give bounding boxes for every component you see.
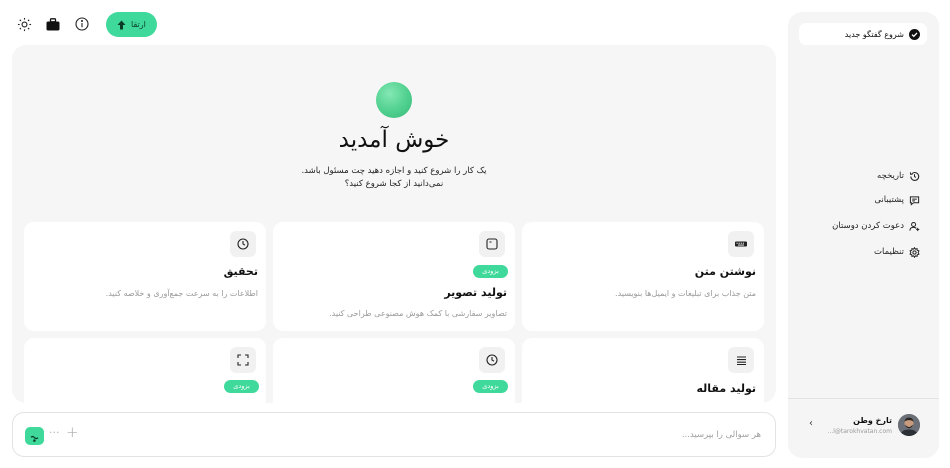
- coming-soon-badge: بزودی: [224, 380, 259, 393]
- invite-friends-icon: [909, 217, 920, 236]
- card-write-text[interactable]: نوشتن متن متن جذاب برای تبلیغات و ایمیل‌…: [522, 222, 764, 331]
- arrow-up-icon: [117, 15, 126, 34]
- card-description: اطلاعات را به سرعت جمع‌آوری و خلاصه کنید…: [105, 289, 258, 298]
- clock-icon: [230, 231, 256, 257]
- briefcase-icon[interactable]: [45, 16, 61, 32]
- card-image-generation[interactable]: بزودی تولید تصویر تصاویر سفارشی با کمک ه…: [273, 222, 515, 331]
- sidebar: شروع گفتگو جدید تاریخچه پشتیبانی دعوت کر…: [788, 12, 939, 458]
- sidebar-item-invite[interactable]: دعوت کردن دوستان: [832, 219, 920, 233]
- upgrade-label: ارتقا: [131, 19, 146, 29]
- image-frame-icon: [479, 231, 505, 257]
- more-options-icon[interactable]: ···: [49, 426, 60, 439]
- card-title: تحقیق: [223, 265, 258, 278]
- user-name: تارخ وطن: [853, 416, 892, 425]
- avatar: [898, 414, 920, 436]
- keyboard-icon: [728, 231, 754, 257]
- sidebar-item-label: تاریخچه: [877, 171, 904, 181]
- add-attachment-icon[interactable]: +: [66, 423, 79, 441]
- card-title: نوشتن متن: [694, 265, 756, 278]
- coming-soon-badge: بزودی: [473, 265, 508, 278]
- new-chat-button[interactable]: شروع گفتگو جدید: [799, 23, 927, 45]
- subtitle-line-2: نمی‌دانید از کجا شروع کنید؟: [344, 179, 444, 189]
- send-icon: [30, 427, 39, 446]
- sidebar-item-label: دعوت کردن دوستان: [832, 221, 904, 231]
- lines-icon: [728, 347, 754, 373]
- user-email: ...l@tarokhvatan.com: [827, 428, 892, 435]
- sidebar-item-history[interactable]: تاریخچه: [877, 169, 920, 183]
- card-research[interactable]: تحقیق اطلاعات را به سرعت جمع‌آوری و خلاص…: [24, 222, 266, 331]
- chevron-left-icon[interactable]: ›: [809, 418, 813, 429]
- info-icon[interactable]: [74, 16, 90, 32]
- sidebar-divider: [788, 398, 939, 399]
- sidebar-item-support[interactable]: پشتیبانی: [874, 193, 920, 207]
- upgrade-button[interactable]: ارتقا: [106, 11, 157, 37]
- chat-input[interactable]: [201, 427, 761, 443]
- sun-icon[interactable]: [16, 16, 32, 32]
- card-article-generation[interactable]: تولید مقاله: [522, 338, 764, 403]
- top-toolbar: ارتقا: [16, 11, 157, 37]
- card-coming-soon-1[interactable]: بزودی: [273, 338, 515, 403]
- gear-icon: [909, 243, 920, 262]
- send-button[interactable]: [25, 427, 44, 445]
- card-title: تولید مقاله: [696, 382, 757, 395]
- user-profile[interactable]: تارخ وطن ...l@tarokhvatan.com ›: [788, 407, 939, 447]
- sidebar-item-label: تنظیمات: [874, 247, 904, 257]
- chat-input-bar: ··· +: [12, 412, 776, 457]
- main-panel: خوش آمدید یک کار را شروع کنید و اجازه ده…: [12, 45, 776, 403]
- history-icon: [909, 167, 920, 186]
- sidebar-item-label: پشتیبانی: [874, 195, 904, 205]
- check-circle-icon: [909, 25, 920, 44]
- card-description: متن جذاب برای تبلیغات و ایمیل‌ها بنویسید…: [615, 289, 756, 298]
- card-title: تولید تصویر: [444, 286, 507, 299]
- expand-icon: [230, 347, 256, 373]
- sidebar-item-settings[interactable]: تنظیمات: [874, 245, 920, 259]
- new-chat-label: شروع گفتگو جدید: [844, 29, 904, 39]
- page-title: خوش آمدید: [338, 127, 450, 153]
- card-coming-soon-2[interactable]: بزودی: [24, 338, 266, 403]
- card-description: تصاویر سفارشی با کمک هوش مصنوعی طراحی کن…: [329, 309, 507, 318]
- subtitle-line-1: یک کار را شروع کنید و اجازه دهید چت مسئو…: [301, 166, 487, 176]
- support-chat-icon: [909, 191, 920, 210]
- assistant-orb: [376, 82, 412, 118]
- coming-soon-badge: بزودی: [473, 380, 508, 393]
- clock-icon: [479, 347, 505, 373]
